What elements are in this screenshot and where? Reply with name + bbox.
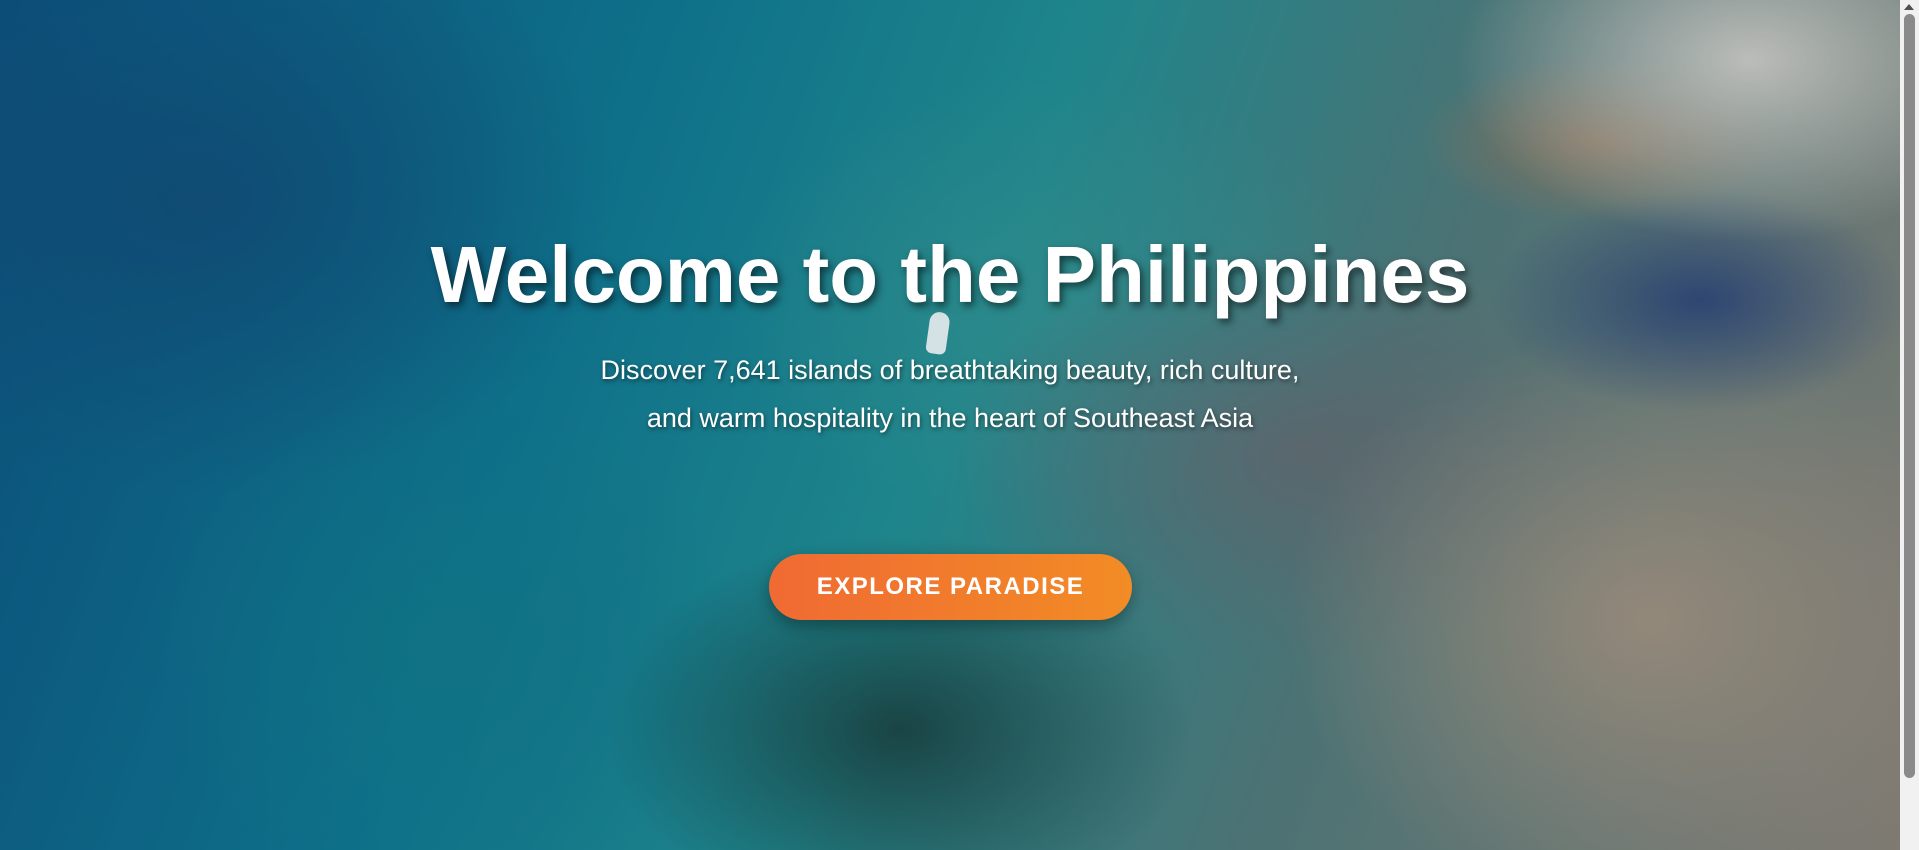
hero-title: Welcome to the Philippines xyxy=(430,230,1470,319)
scroll-up-arrow-icon[interactable] xyxy=(1904,4,1914,10)
scrollbar-thumb[interactable] xyxy=(1904,14,1915,778)
vertical-scrollbar[interactable] xyxy=(1900,0,1919,850)
hero-subtitle: Discover 7,641 islands of breathtaking b… xyxy=(600,355,1300,433)
hero-content: Welcome to the Philippines Discover 7,64… xyxy=(0,0,1900,850)
explore-paradise-button[interactable]: EXPLORE PARADISE xyxy=(769,554,1132,620)
hero-section: Welcome to the Philippines Discover 7,64… xyxy=(0,0,1900,850)
